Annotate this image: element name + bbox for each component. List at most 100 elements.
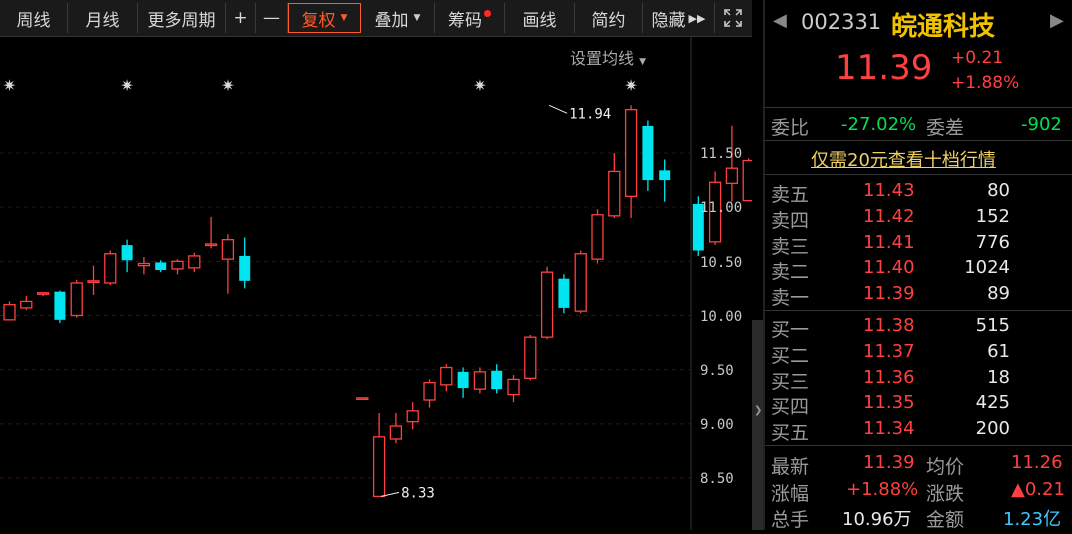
ma-setting-dropdown[interactable]: 设置均线 ▼: [570, 45, 646, 69]
ask-volume: 80: [987, 180, 1010, 201]
candle-body: [389, 425, 403, 440]
scroll-handle-icon[interactable]: ❯: [754, 405, 762, 425]
ask-volume: 152: [975, 205, 1010, 227]
latest-value: 11.39: [863, 452, 915, 473]
ask-row[interactable]: 卖一 11.39 89: [765, 281, 1072, 310]
y-axis-label: 10.00: [700, 309, 743, 325]
hide-button[interactable]: 隐藏 ▶▶: [643, 3, 715, 33]
event-star-icon: ✷: [221, 76, 234, 95]
bid-row[interactable]: 买三 11.36 18: [765, 365, 1072, 393]
candle-body: [558, 278, 570, 308]
zoom-out-button[interactable]: —: [256, 3, 288, 33]
next-stock-arrow-icon[interactable]: ▶: [1050, 10, 1064, 31]
month-period-button[interactable]: 月线: [68, 3, 138, 33]
candle: [121, 239, 133, 273]
candle: [3, 301, 16, 321]
ma-setting-label: 设置均线: [570, 49, 635, 68]
stock-code: 002331: [801, 10, 882, 34]
y-axis-label: 11.50: [700, 146, 743, 162]
bid-price: 11.35: [863, 392, 915, 414]
candle: [239, 237, 251, 289]
chg-label: 涨跌: [926, 483, 965, 505]
avg-label: 均价: [926, 456, 965, 478]
volume-value: 10.96万: [842, 509, 912, 530]
zoom-in-button[interactable]: +: [226, 3, 256, 33]
candle-body: [221, 239, 235, 260]
prev-stock-arrow-icon[interactable]: ◀: [773, 10, 787, 31]
chart-scrollbar[interactable]: [752, 320, 763, 530]
candle: [524, 335, 537, 381]
candle-body: [608, 170, 621, 217]
ask-row[interactable]: 卖二 11.40 1024: [765, 255, 1072, 283]
bid-row[interactable]: 买五 11.34 200: [765, 416, 1072, 445]
ask-row[interactable]: 卖四 11.42 152: [765, 204, 1072, 232]
divider: [765, 445, 1072, 446]
chips-label: 筹码: [448, 10, 482, 31]
ask-volume: 89: [987, 283, 1010, 305]
candle-body: [204, 243, 218, 247]
candle-body: [524, 336, 537, 379]
amount-value: 1.23亿: [1003, 509, 1062, 530]
y-axis-label: 10.50: [700, 255, 743, 271]
y-axis-label: 9.50: [700, 363, 734, 379]
ask-row[interactable]: 卖三 11.41 776: [765, 230, 1072, 258]
expand-icon: [724, 9, 742, 27]
price-change-pct: +1.88%: [951, 73, 1020, 93]
candle: [87, 265, 100, 295]
ask-price: 11.39: [863, 283, 915, 305]
candle-body: [3, 304, 16, 321]
bid-volume: 425: [975, 392, 1010, 414]
avg-value: 11.26: [1011, 452, 1063, 473]
quote-panel: ◀ 002331 皖通科技 ▶ 11.39 +0.21 +1.88% 委比 -2…: [765, 0, 1072, 531]
chips-button[interactable]: 筹码: [435, 3, 505, 33]
simple-mode-button[interactable]: 简约: [575, 3, 643, 33]
candle-body: [473, 371, 487, 390]
bid-row[interactable]: 买一 11.38 515: [765, 313, 1072, 341]
bid-row[interactable]: 买二 11.37 61: [765, 339, 1072, 367]
bid-row[interactable]: 买四 11.35 425: [765, 390, 1072, 418]
adjust-dropdown[interactable]: 复权 ▼: [288, 3, 361, 33]
event-star-icon: ✷: [120, 76, 133, 95]
notification-dot-icon: [484, 9, 491, 17]
candle-body: [121, 245, 133, 261]
candle-body: [440, 366, 453, 386]
bid-level-label: 买五: [771, 422, 810, 445]
candle: [356, 397, 369, 400]
overlay-dropdown[interactable]: 叠加 ▼: [361, 3, 435, 33]
volume-label: 总手: [771, 509, 810, 531]
more-periods-button[interactable]: 更多周期: [138, 3, 226, 33]
draw-line-button[interactable]: 画线: [505, 3, 575, 33]
bid-volume: 61: [987, 340, 1010, 362]
level2-promo-link[interactable]: 仅需20元查看十档行情: [811, 146, 996, 172]
candlestick-plot: ✷ ✷ ✷ ✷ ✷ 11.94 8.33: [0, 37, 755, 530]
candle: [204, 216, 218, 249]
week-period-button[interactable]: 周线: [0, 3, 68, 33]
fullscreen-button[interactable]: [715, 3, 751, 33]
chevron-down-icon: ▼: [639, 57, 647, 67]
candle-body: [642, 125, 654, 181]
bid-volume: 18: [987, 366, 1010, 388]
overlay-label: 叠加: [374, 10, 409, 31]
kline-chart[interactable]: ✷ ✷ ✷ ✷ ✷ 11.94 8.33: [0, 37, 755, 530]
candle-body: [659, 170, 671, 181]
candle: [473, 367, 487, 394]
bid-volume: 515: [975, 315, 1010, 336]
ask-row[interactable]: 卖五 11.43 80: [765, 178, 1072, 206]
candle: [440, 364, 453, 392]
chart-toolbar: 周线 月线 更多周期 + — 复权 ▼ 叠加 ▼ 筹码 画线 简约 隐藏 ▶▶: [0, 0, 752, 37]
candle: [742, 158, 755, 202]
latest-label: 最新: [771, 456, 810, 478]
candle: [104, 250, 117, 286]
bid-price: 11.37: [863, 340, 915, 362]
ask-volume: 776: [975, 231, 1010, 253]
candle: [372, 413, 386, 498]
candle-body: [188, 255, 201, 269]
price-annotation: 11.94: [569, 106, 611, 122]
divider: [765, 310, 1072, 311]
candle: [137, 257, 151, 275]
ask-price: 11.41: [863, 231, 915, 253]
ask-level-label: 卖一: [771, 287, 810, 310]
amount-label: 金额: [926, 509, 965, 531]
event-star-icon: ✷: [3, 76, 16, 95]
candle-body: [406, 410, 419, 423]
